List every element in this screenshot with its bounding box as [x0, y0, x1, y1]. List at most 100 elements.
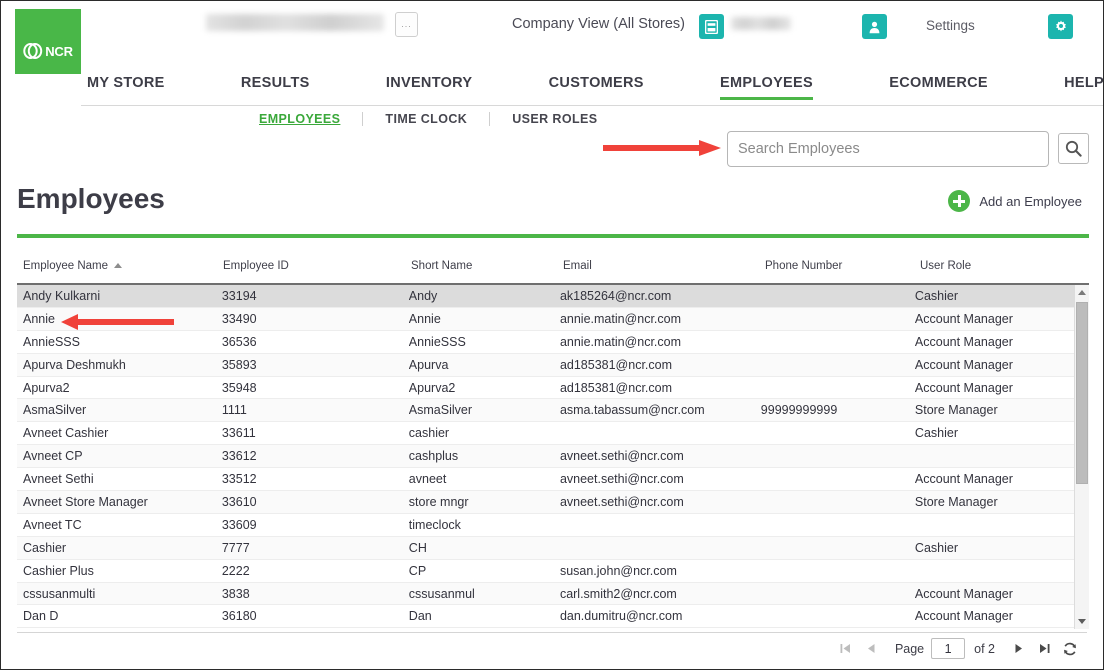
cell-short-name: AnnieSSS [408, 334, 466, 349]
nav-help[interactable]: HELP [1064, 73, 1103, 100]
cell-short-name: timeclock [408, 517, 461, 532]
table-row[interactable]: Cashier Plus 2222 CP susan.john@ncr.com [17, 560, 1074, 583]
table-row[interactable]: Avneet Sethi 33512 avneet avneet.sethi@ncr.… [17, 468, 1074, 492]
search-input[interactable] [727, 131, 1049, 167]
add-employee-button[interactable]: Add an Employee [948, 190, 1082, 212]
table-row[interactable]: Dan D 36180 Dan dan.dumitru@ncr.com Account … [17, 605, 1074, 629]
nav-customers[interactable]: CUSTOMERS [549, 73, 644, 100]
search-button[interactable] [1058, 133, 1089, 164]
subnav-employees[interactable]: EMPLOYEES [259, 112, 362, 126]
employees-page: NCR ... Company View (All Stores) Settin… [0, 0, 1104, 670]
top-header-bar: NCR ... Company View (All Stores) Settin… [1, 1, 1103, 74]
cell-user-role: Account Manager [914, 472, 1013, 487]
cell-employee-name: Cashier [23, 540, 67, 555]
cell-employee-name: Avneet TC [23, 517, 82, 532]
table-row[interactable]: Andy Kulkarni 33194 Andy ak185264@ncr.com Ca… [17, 285, 1074, 308]
cell-employee-id: 33194 [221, 288, 257, 303]
user-account-icon[interactable] [862, 14, 887, 39]
table-row[interactable]: AnnieSSS 36536 AnnieSSS annie.matin@ncr.com… [17, 331, 1074, 354]
gear-icon[interactable] [1048, 14, 1073, 39]
user-name-redacted [731, 17, 791, 30]
settings-label[interactable]: Settings [926, 18, 975, 33]
nav-inventory[interactable]: INVENTORY [386, 73, 473, 100]
cell-employee-id: 2222 [221, 563, 250, 578]
cell-email: dan.dumitru@ncr.com [559, 609, 683, 624]
last-page-button[interactable] [1031, 636, 1057, 662]
column-header-short-name[interactable]: Short Name [411, 259, 563, 272]
table-row[interactable]: Avneet CP 33612 cashplus avneet.sethi@ncr.c… [17, 445, 1074, 469]
page-number-input[interactable] [931, 638, 966, 659]
previous-page-icon [868, 644, 875, 653]
store-name-redacted [206, 14, 384, 31]
table-row[interactable]: cssusanmulti 3838 cssusanmul carl.smith2@nc… [17, 582, 1074, 606]
subnav-user-roles[interactable]: USER ROLES [490, 112, 619, 126]
table-row[interactable]: Apurva2 35948 Apurva2 ad185381@ncr.com Accou… [17, 377, 1074, 400]
chevron-up-icon [1078, 290, 1086, 295]
cell-user-role: Cashier [914, 540, 958, 555]
cell-short-name: store mngr [408, 494, 469, 509]
nav-results[interactable]: RESULTS [241, 73, 310, 100]
table-row[interactable]: Avneet Cashier 33611 cashier Cashier [17, 422, 1074, 446]
previous-page-button[interactable] [859, 636, 885, 662]
refresh-button[interactable] [1057, 636, 1083, 662]
table-row[interactable]: Annie 33490 Annie annie.matin@ncr.com Accoun… [17, 307, 1074, 331]
cell-user-role: Account Manager [914, 586, 1013, 601]
sub-navigation: EMPLOYEES TIME CLOCK USER ROLES [259, 112, 619, 126]
cell-email: ad185381@ncr.com [559, 357, 673, 372]
cell-email: annie.matin@ncr.com [559, 334, 682, 349]
cell-employee-id: 33612 [221, 449, 257, 464]
page-label: Page [894, 641, 925, 656]
ncr-logo-text: NCR [45, 43, 73, 59]
cell-employee-id: 36536 [221, 334, 257, 349]
column-header-phone-number[interactable]: Phone Number [765, 259, 920, 272]
nav-ecommerce[interactable]: ECOMMERCE [889, 73, 988, 100]
first-page-button[interactable] [833, 636, 859, 662]
column-header-user-role[interactable]: User Role [920, 259, 1080, 272]
last-page-icon [1039, 644, 1049, 653]
table-vertical-scrollbar[interactable] [1074, 285, 1089, 629]
cell-short-name: cashier [408, 426, 450, 441]
cell-short-name: Dan [408, 609, 432, 624]
cell-user-role: Store Manager [914, 403, 998, 418]
subnav-time-clock[interactable]: TIME CLOCK [363, 112, 489, 126]
title-underline-bar [17, 234, 1089, 238]
ncr-logo-mark: NCR [23, 42, 73, 60]
table-header-row: Employee Name Employee ID Short Name Ema… [17, 259, 1089, 285]
column-header-employee-name-label: Employee Name [23, 260, 109, 272]
table-row[interactable]: Avneet TC 33609 timeclock [17, 514, 1074, 537]
store-icon[interactable] [699, 14, 724, 39]
cell-employee-id: 33609 [221, 517, 257, 532]
store-selector-button[interactable]: ... [395, 12, 418, 37]
cell-email: avneet.sethi@ncr.com [559, 449, 684, 464]
cell-employee-name: AsmaSilver [23, 403, 87, 418]
search-area [727, 131, 1089, 167]
nav-my-store[interactable]: MY STORE [87, 73, 165, 100]
cell-employee-name: Avneet CP [23, 449, 83, 464]
column-header-employee-name[interactable]: Employee Name [17, 259, 223, 272]
cell-employee-id: 1111 [221, 403, 247, 418]
cell-employee-id: 35948 [221, 380, 257, 395]
cell-employee-name: Cashier Plus [23, 563, 94, 578]
table-row[interactable]: Avneet Store Manager 33610 store mngr avnee… [17, 491, 1074, 514]
cell-short-name: cssusanmul [408, 586, 475, 601]
cell-employee-name: cssusanmulti [23, 586, 96, 601]
nav-employees[interactable]: EMPLOYEES [720, 73, 813, 100]
cell-short-name: Apurva [408, 357, 449, 372]
scroll-up-button[interactable] [1075, 285, 1089, 300]
cell-employee-id: 7777 [221, 540, 250, 555]
scroll-down-button[interactable] [1075, 614, 1089, 629]
ncr-logo[interactable]: NCR [15, 9, 81, 74]
table-row[interactable]: Apurva Deshmukh 35893 Apurva ad185381@ncr.c… [17, 353, 1074, 377]
table-row[interactable]: AsmaSilver 1111 AsmaSilver asma.tabassum@nc… [17, 399, 1074, 423]
employees-table: Employee Name Employee ID Short Name Ema… [17, 259, 1089, 629]
column-header-email[interactable]: Email [563, 259, 765, 272]
cell-employee-name: Avneet Sethi [23, 472, 94, 487]
cell-employee-name: Andy Kulkarni [23, 288, 101, 303]
next-page-icon [1015, 644, 1022, 653]
scrollbar-thumb[interactable] [1076, 302, 1088, 484]
cell-employee-name: Apurva Deshmukh [23, 357, 126, 372]
page-title: Employees [17, 183, 165, 214]
table-row[interactable]: Cashier 7777 CH Cashier [17, 536, 1074, 560]
column-header-employee-id[interactable]: Employee ID [223, 259, 411, 272]
next-page-button[interactable] [1005, 636, 1031, 662]
